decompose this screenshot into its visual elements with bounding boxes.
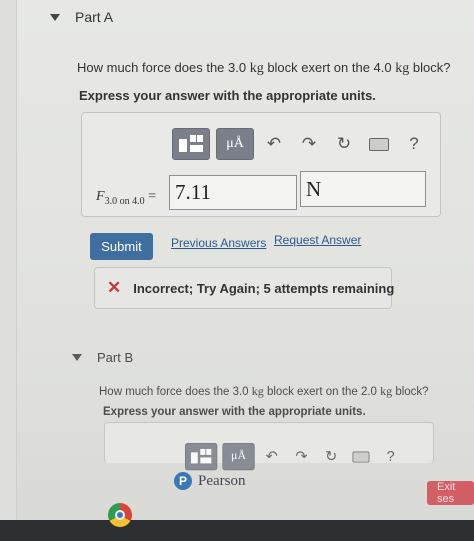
units-label: μÅ <box>231 449 247 463</box>
force-variable-label: F3.0 on 4.0 = <box>96 189 156 207</box>
help-icon: ? <box>386 448 395 465</box>
help-button[interactable]: ? <box>400 129 428 159</box>
submit-button[interactable]: Submit <box>90 233 153 260</box>
assignment-page: Part A How much force does the 3.0 kg bl… <box>0 0 474 520</box>
previous-answers-link[interactable]: Previous Answers <box>171 236 266 250</box>
collapse-triangle-icon[interactable] <box>72 354 82 361</box>
chrome-icon[interactable] <box>108 503 132 527</box>
undo-icon: ↶ <box>265 448 278 465</box>
left-margin <box>0 0 17 520</box>
part-a-toolbar: μÅ ↶ ↷ ↻ ? <box>172 128 435 160</box>
redo-icon: ↷ <box>295 448 308 465</box>
part-b-instruction: Express your answer with the appropriate… <box>103 406 366 418</box>
redo-button[interactable]: ↷ <box>295 129 323 159</box>
part-b-title: Part B <box>97 350 134 365</box>
part-b-toolbar: μÅ ↶ ↷ ↻ ? <box>185 443 409 471</box>
units-button[interactable]: μÅ <box>216 128 254 160</box>
part-b-question: How much force does the 3.0 kg block exe… <box>99 384 429 398</box>
reset-icon: ↻ <box>325 448 338 465</box>
undo-button[interactable]: ↶ <box>260 129 288 159</box>
exit-session-button[interactable]: Exit ses <box>427 481 474 505</box>
collapse-triangle-icon[interactable] <box>50 13 60 21</box>
part-a-question: How much force does the 3.0 kg block exe… <box>77 60 451 76</box>
templates-button[interactable] <box>172 128 210 160</box>
answer-units-input[interactable]: N <box>300 171 426 207</box>
incorrect-x-icon: ✕ <box>107 278 122 297</box>
reset-icon: ↻ <box>336 134 352 153</box>
reset-button[interactable]: ↻ <box>330 129 358 159</box>
keyboard-icon <box>352 451 370 463</box>
feedback-text: Incorrect; Try Again; 5 attempts remaini… <box>133 280 395 296</box>
pearson-brand: P Pearson <box>174 472 246 490</box>
part-b-answer-box: μÅ ↶ ↷ ↻ ? <box>104 422 434 471</box>
answer-value-input[interactable]: 7.11 <box>169 175 297 210</box>
feedback-box: ✕ Incorrect; Try Again; 5 attempts remai… <box>94 267 395 309</box>
keyboard-icon <box>369 137 389 151</box>
part-b-header[interactable]: Part B <box>72 350 133 365</box>
pearson-label: Pearson <box>198 472 246 489</box>
part-a-instruction: Express your answer with the appropriate… <box>79 88 376 103</box>
part-a-title: Part A <box>75 9 114 25</box>
help-button[interactable]: ? <box>379 444 403 470</box>
request-answer-link[interactable]: Request Answer <box>274 233 361 247</box>
pearson-logo-icon: P <box>174 472 192 490</box>
redo-button[interactable]: ↷ <box>290 444 314 470</box>
redo-icon: ↷ <box>301 134 317 153</box>
undo-icon: ↶ <box>266 134 282 153</box>
units-button[interactable]: μÅ <box>222 443 255 471</box>
templates-icon <box>179 135 203 152</box>
units-label: μÅ <box>226 136 244 151</box>
monitor-bezel <box>0 520 474 541</box>
templates-icon <box>190 448 212 464</box>
undo-button[interactable]: ↶ <box>260 444 284 470</box>
keyboard-button[interactable] <box>365 129 393 159</box>
part-a-answer-box: μÅ ↶ ↷ ↻ ? F3.0 on 4.0 = 7.11 N <box>81 112 441 217</box>
templates-button[interactable] <box>185 443 218 471</box>
help-icon: ? <box>409 134 419 153</box>
keyboard-button[interactable] <box>349 444 373 470</box>
part-a-header[interactable]: Part A <box>50 9 113 25</box>
reset-button[interactable]: ↻ <box>319 444 343 470</box>
